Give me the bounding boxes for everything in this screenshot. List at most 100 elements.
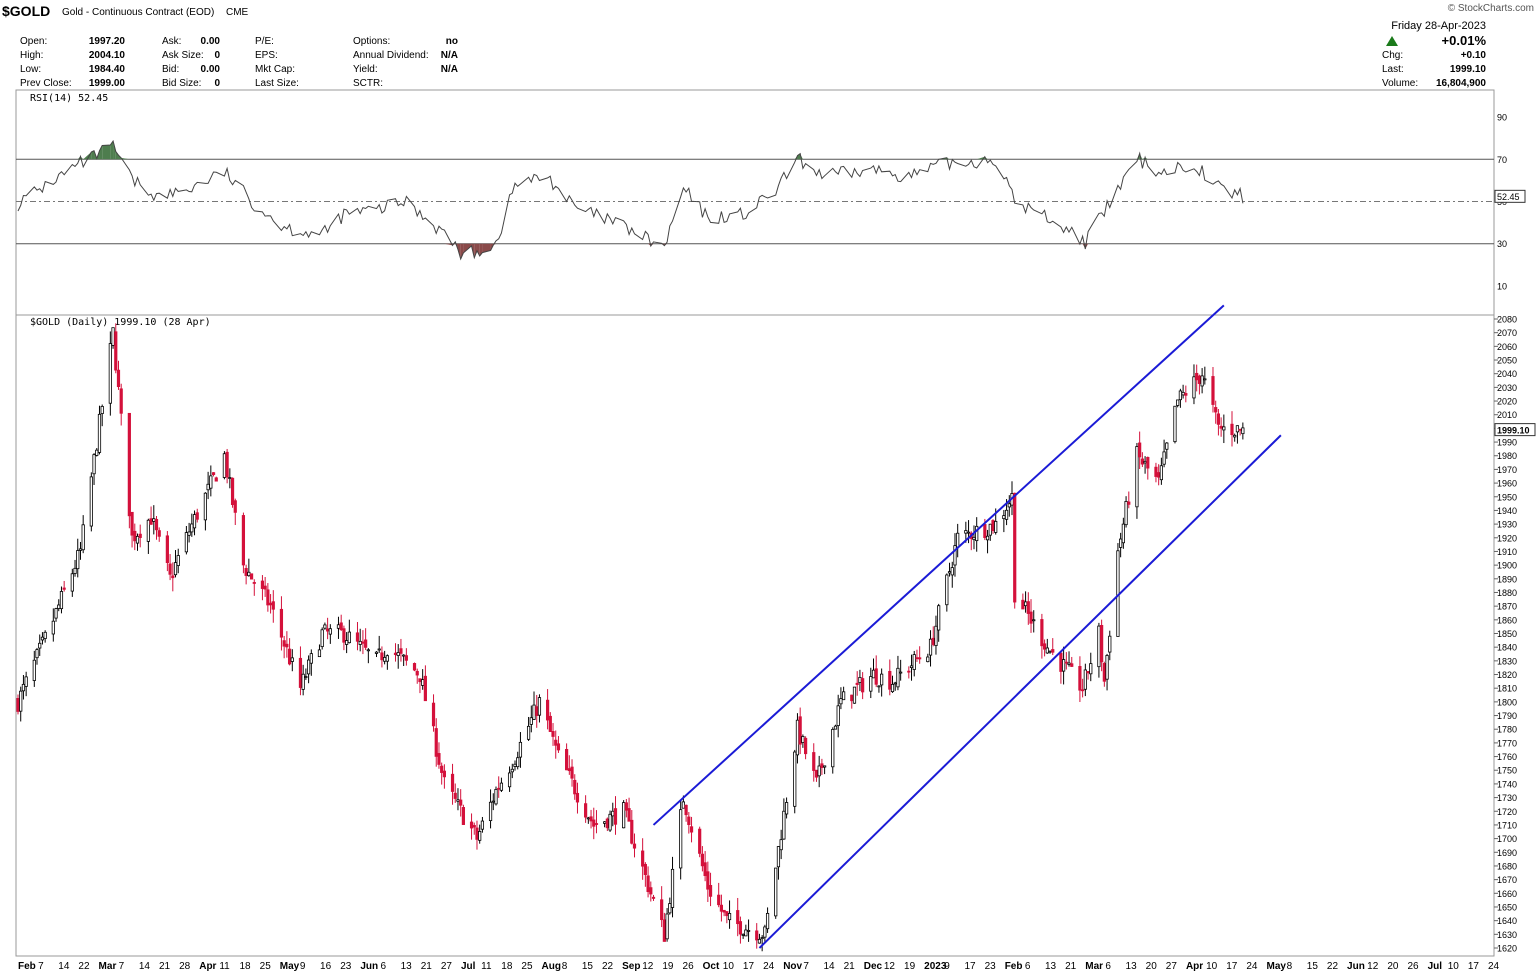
y-tick-label: 1750 — [1497, 766, 1517, 776]
x-tick-label: 6 — [1025, 961, 1031, 972]
candle-body — [684, 804, 688, 816]
candle-body — [1040, 619, 1044, 647]
candle-body — [1143, 460, 1147, 464]
price-label: $GOLD (Daily) 1999.10 (28 Apr) — [30, 317, 211, 328]
x-tick-label: Apr — [1186, 961, 1203, 972]
candle-body — [404, 655, 408, 661]
candle-body — [459, 799, 463, 806]
x-tick-label: Jun — [1347, 961, 1365, 972]
x-tick-label: 8 — [562, 961, 568, 972]
x-tick-label: 14 — [823, 961, 835, 972]
y-tick-label: 1930 — [1497, 520, 1517, 530]
candle-body — [1135, 446, 1139, 508]
candle-body — [784, 802, 789, 815]
candle-body — [782, 810, 786, 840]
candle-body — [252, 582, 256, 584]
quote-value: 0 — [214, 50, 220, 61]
candle-body — [78, 548, 83, 551]
candle-body — [374, 651, 379, 654]
candle-body — [1138, 442, 1142, 458]
candle-body — [947, 571, 952, 574]
candle-body — [708, 884, 713, 897]
candle-body — [1002, 515, 1006, 520]
candle-body — [478, 831, 482, 841]
candle-body — [670, 868, 675, 908]
candle-body — [285, 643, 289, 648]
candle-body — [592, 819, 596, 827]
candle-body — [1195, 372, 1199, 381]
candle-body — [660, 899, 664, 921]
quote-label: Mkt Cap: — [255, 64, 295, 75]
candle-body — [586, 817, 590, 820]
candle-body — [456, 799, 460, 802]
y-tick-label: 1840 — [1497, 643, 1517, 653]
candle-body — [230, 477, 235, 505]
candle-body — [1059, 652, 1063, 672]
candle-body — [793, 751, 797, 807]
candle-body — [842, 691, 846, 701]
candle-body — [1083, 669, 1087, 690]
candle-body — [418, 678, 422, 683]
quote-label: Prev Close: — [20, 78, 72, 89]
quote-label: SCTR: — [353, 78, 383, 89]
quote-label: Open: — [20, 36, 47, 47]
candle-body — [326, 628, 330, 632]
candle-body — [1023, 601, 1028, 607]
candle-body — [415, 670, 419, 676]
candle-body — [836, 705, 840, 727]
candle-body — [1214, 407, 1218, 413]
candle-body — [1176, 399, 1180, 406]
x-tick-label: Nov — [783, 961, 802, 972]
x-tick-label: 22 — [78, 961, 90, 972]
candle-body — [820, 763, 824, 768]
candle-body — [157, 530, 161, 537]
x-tick-label: 25 — [260, 961, 272, 972]
candle-body — [279, 608, 284, 638]
candle-body — [228, 477, 232, 479]
candle-body — [871, 669, 876, 679]
candle-body — [804, 737, 808, 755]
x-tick-label: 22 — [602, 961, 614, 972]
y-tick-label: 1620 — [1497, 944, 1517, 954]
candle-body — [516, 757, 520, 768]
x-tick-label: 14 — [139, 961, 151, 972]
candle-body — [1086, 671, 1090, 674]
candle-body — [934, 625, 938, 647]
candle-body — [801, 736, 805, 743]
y-tick-label: 2010 — [1497, 410, 1517, 420]
candle-body — [35, 649, 39, 659]
candle-body — [573, 779, 577, 795]
candle-body — [779, 839, 783, 851]
quote-label: Annual Dividend: — [353, 50, 429, 61]
quote-value: 2004.10 — [89, 50, 126, 61]
x-tick-label: 15 — [1307, 961, 1319, 972]
rsi-label: RSI(14) 52.45 — [30, 93, 108, 104]
candle-body — [24, 676, 28, 687]
candle-body — [1121, 523, 1125, 544]
candle-body — [706, 871, 710, 890]
candle-body — [70, 573, 74, 592]
candle-body — [757, 938, 762, 944]
symbol: $GOLD — [2, 3, 50, 19]
candle-body — [301, 673, 305, 690]
rsi-overbought-fill — [83, 151, 92, 160]
candle-body — [97, 413, 102, 453]
x-tick-label: 13 — [1045, 961, 1057, 972]
candle-body — [584, 803, 588, 818]
candle-body — [81, 524, 85, 551]
y-tick-label: 2020 — [1497, 397, 1517, 407]
candle-body — [491, 800, 495, 803]
last-price-tag: 1999.10 — [1494, 423, 1536, 437]
x-tick-label: Jul — [461, 961, 476, 972]
candle-body — [345, 640, 349, 645]
candle-body — [43, 631, 47, 639]
candle-body — [431, 702, 436, 727]
candle-body — [1078, 666, 1082, 691]
x-tick-label: Jul — [1428, 961, 1443, 972]
quote-value: 1999.10 — [1450, 64, 1487, 75]
y-tick-label: 1700 — [1497, 834, 1517, 844]
quote-label: Last: — [1382, 64, 1404, 75]
candle-body — [1162, 451, 1166, 465]
candle-body — [1064, 661, 1068, 664]
candle-body — [937, 605, 941, 631]
